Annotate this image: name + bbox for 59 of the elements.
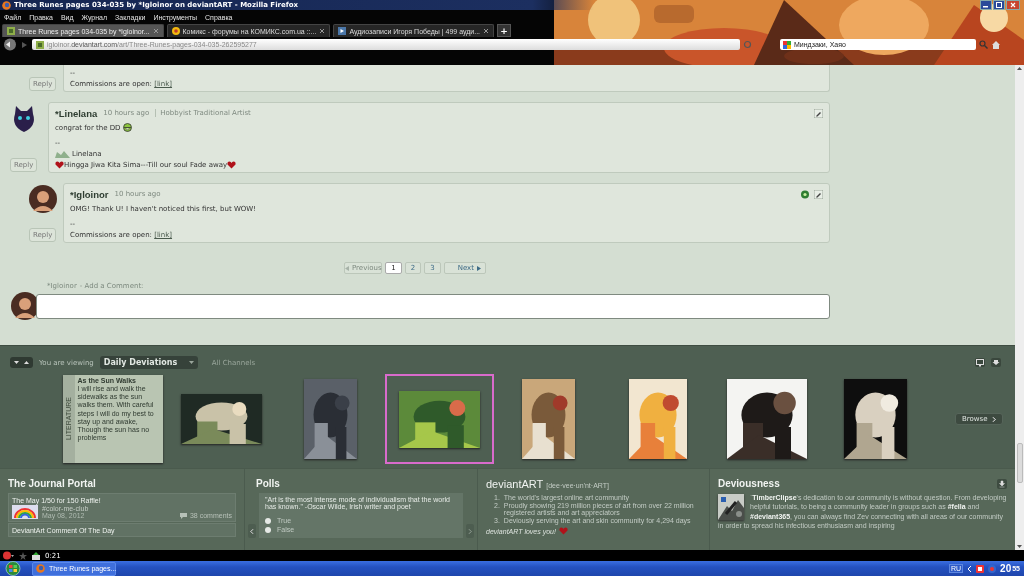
down-arrow-icon[interactable] <box>12 359 21 366</box>
back-button[interactable] <box>3 38 17 51</box>
left-arrow-icon <box>345 265 349 271</box>
start-button[interactable] <box>4 561 22 576</box>
comment-input[interactable] <box>36 293 830 319</box>
tray-app-icon[interactable] <box>976 564 985 573</box>
heart-icon <box>227 160 237 169</box>
chevron-icon <box>250 528 254 534</box>
up-arrow-icon[interactable] <box>22 359 31 366</box>
previous-poll-button[interactable] <box>248 524 256 538</box>
comment-author[interactable]: *Igloinor <box>70 188 109 200</box>
new-tab-button[interactable]: + <box>497 24 512 37</box>
close-button[interactable] <box>1006 0 1020 10</box>
section-title: deviantART <box>486 478 544 490</box>
right-arrow-icon <box>477 265 481 271</box>
download-status-icon[interactable] <box>32 551 40 560</box>
close-icon[interactable] <box>319 28 326 34</box>
stop-icon[interactable] <box>2 551 14 560</box>
forward-button[interactable] <box>20 39 29 50</box>
search-engine-icon <box>783 40 791 49</box>
rainbow-icon <box>12 505 38 519</box>
section-title: The Journal Portal <box>8 478 97 489</box>
download-icon[interactable] <box>991 358 1001 367</box>
browser-icon <box>2 0 11 10</box>
monitor-icon[interactable] <box>975 358 985 367</box>
comment-icon <box>179 512 187 519</box>
tab-favicon-icon <box>171 27 180 35</box>
close-icon[interactable] <box>152 28 159 34</box>
radio-button[interactable] <box>265 518 271 524</box>
caret-icon <box>188 360 194 365</box>
section-title: Deviousness <box>718 478 780 489</box>
selected-frame[interactable] <box>385 374 494 464</box>
heart-icon <box>55 160 64 169</box>
chevron-icon <box>468 528 472 534</box>
user-avatar <box>29 185 57 213</box>
site-icon <box>36 40 44 49</box>
scrollbar-thumb[interactable] <box>1016 443 1023 483</box>
maximize-button[interactable] <box>993 0 1005 10</box>
scroll-down-arrow-icon[interactable] <box>1016 543 1023 550</box>
browser-icon <box>36 564 45 573</box>
comment-author[interactable]: *Linelana <box>55 107 98 119</box>
section-title: Polls <box>256 478 281 489</box>
star-icon[interactable] <box>19 551 27 560</box>
pencil-icon[interactable] <box>814 189 823 199</box>
home-icon[interactable] <box>991 40 1001 49</box>
tab-favicon-icon <box>7 27 15 35</box>
deviantart-logo-icon <box>55 149 70 158</box>
close-icon[interactable] <box>483 28 490 34</box>
pencil-icon[interactable] <box>814 108 823 118</box>
download-icon[interactable] <box>997 479 1007 489</box>
scroll-buttons[interactable] <box>10 357 33 368</box>
channel-dropdown[interactable]: Daily Deviations <box>99 356 198 369</box>
user-avatar <box>11 292 39 320</box>
minimize-button[interactable] <box>980 0 992 10</box>
heart-icon <box>558 527 568 535</box>
tab-favicon-icon <box>338 27 347 35</box>
chevron-icon <box>991 416 996 422</box>
scroll-up-arrow-icon[interactable] <box>1016 65 1023 72</box>
radio-button[interactable] <box>265 527 271 533</box>
